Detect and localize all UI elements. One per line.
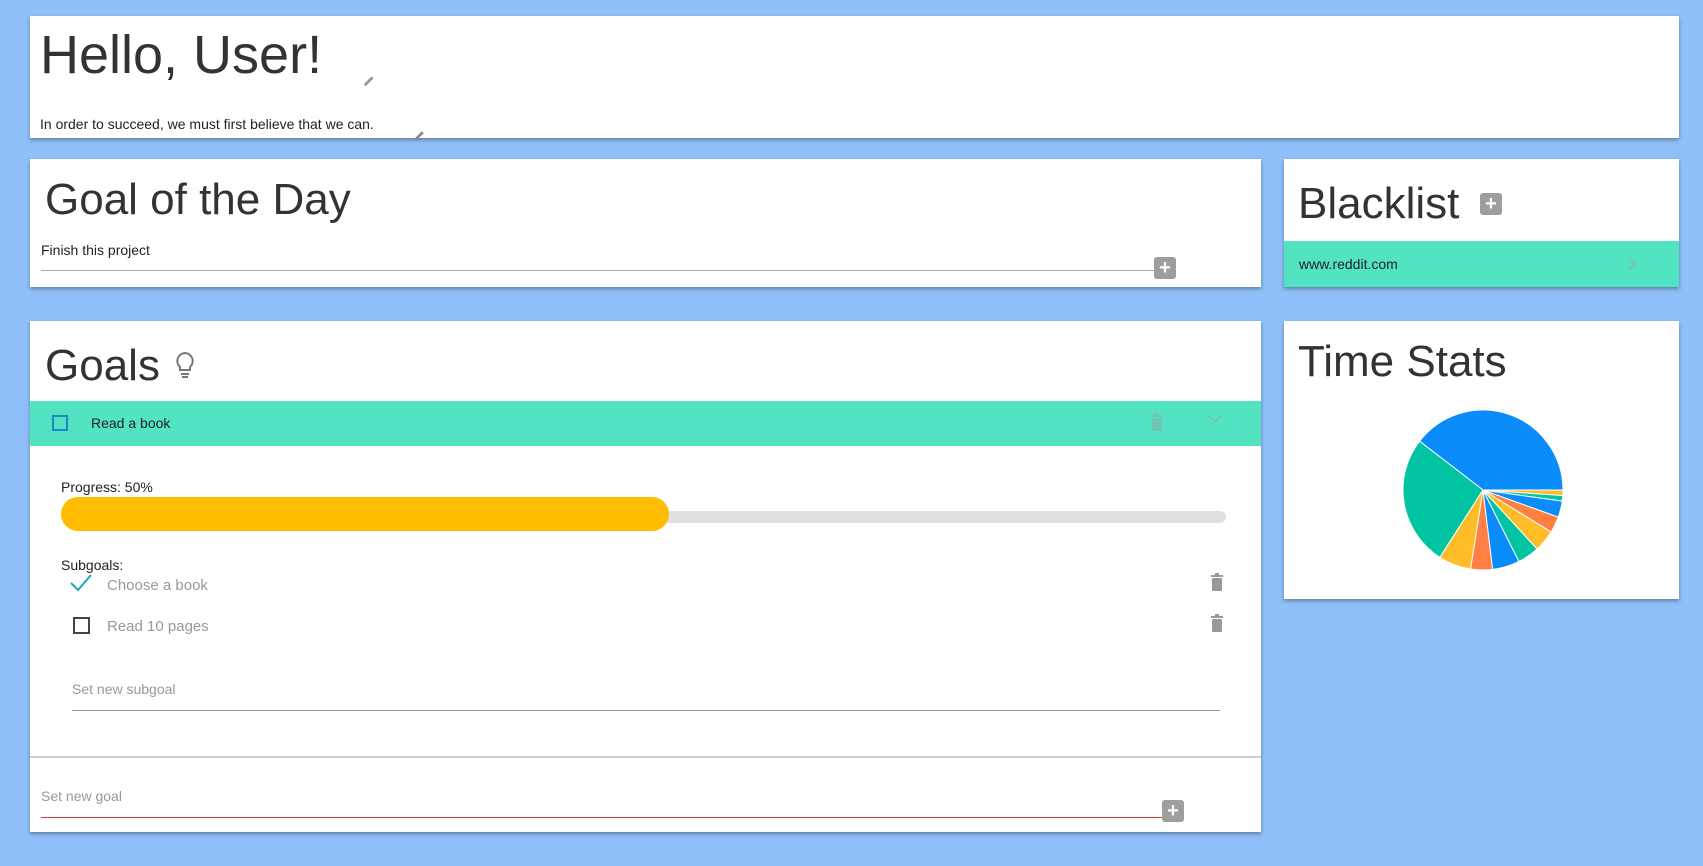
subgoal-row: Choose a book bbox=[30, 571, 1261, 599]
goal-of-the-day-title: Goal of the Day bbox=[45, 175, 351, 224]
subgoal-label: Choose a book bbox=[107, 577, 208, 594]
divider bbox=[30, 756, 1261, 758]
time-stats-title: Time Stats bbox=[1298, 337, 1507, 386]
goals-title: Goals bbox=[45, 341, 160, 390]
greeting-title: Hello, User! bbox=[40, 25, 323, 85]
add-goal-of-day-plus-icon[interactable]: + bbox=[1154, 257, 1176, 279]
goal-of-the-day-input[interactable]: Finish this project bbox=[41, 242, 150, 258]
checkmark-icon[interactable] bbox=[69, 573, 93, 598]
blacklist-card: Blacklist + www.reddit.com bbox=[1284, 159, 1679, 287]
new-goal-input[interactable]: Set new goal bbox=[41, 788, 122, 804]
goal-of-the-day-underline bbox=[41, 270, 1168, 271]
time-stats-card: Time Stats bbox=[1284, 321, 1679, 599]
new-goal-underline bbox=[41, 817, 1178, 818]
subgoal-checkbox[interactable] bbox=[73, 617, 90, 634]
add-goal-plus-icon[interactable]: + bbox=[1162, 800, 1184, 822]
delete-goal-trash-icon[interactable] bbox=[1150, 413, 1164, 436]
motivational-quote: In order to succeed, we must first belie… bbox=[40, 116, 374, 132]
blacklist-title: Blacklist bbox=[1298, 179, 1460, 228]
goal-label: Read a book bbox=[91, 415, 171, 431]
goal-of-the-day-card: Goal of the Day Finish this project + bbox=[30, 159, 1261, 287]
subgoal-row: Read 10 pages bbox=[30, 612, 1261, 640]
time-stats-pie-chart bbox=[1402, 409, 1564, 571]
greeting-card: Hello, User! In order to succeed, we mus… bbox=[30, 16, 1679, 141]
lightbulb-icon[interactable] bbox=[174, 351, 196, 384]
goal-checkbox[interactable] bbox=[52, 415, 68, 431]
goals-card: Goals Read a book Progress: 50% Subgoals… bbox=[30, 321, 1261, 832]
blacklist-item-label: www.reddit.com bbox=[1299, 256, 1398, 272]
goal-row[interactable]: Read a book bbox=[30, 401, 1261, 446]
chevron-down-icon[interactable] bbox=[1208, 411, 1222, 429]
blacklist-item[interactable]: www.reddit.com bbox=[1284, 241, 1679, 287]
edit-quote-pencil-icon[interactable] bbox=[413, 129, 426, 147]
delete-subgoal-trash-icon[interactable] bbox=[1210, 614, 1224, 637]
progress-label: Progress: 50% bbox=[61, 479, 153, 495]
new-subgoal-input[interactable]: Set new subgoal bbox=[72, 681, 176, 697]
chevron-right-icon[interactable] bbox=[1627, 254, 1637, 275]
new-subgoal-underline bbox=[72, 710, 1220, 711]
progress-fill[interactable] bbox=[61, 497, 669, 531]
delete-subgoal-trash-icon[interactable] bbox=[1210, 573, 1224, 596]
add-blacklist-plus-icon[interactable]: + bbox=[1480, 193, 1502, 215]
edit-greeting-pencil-icon[interactable] bbox=[362, 74, 376, 93]
subgoal-label: Read 10 pages bbox=[107, 618, 209, 635]
